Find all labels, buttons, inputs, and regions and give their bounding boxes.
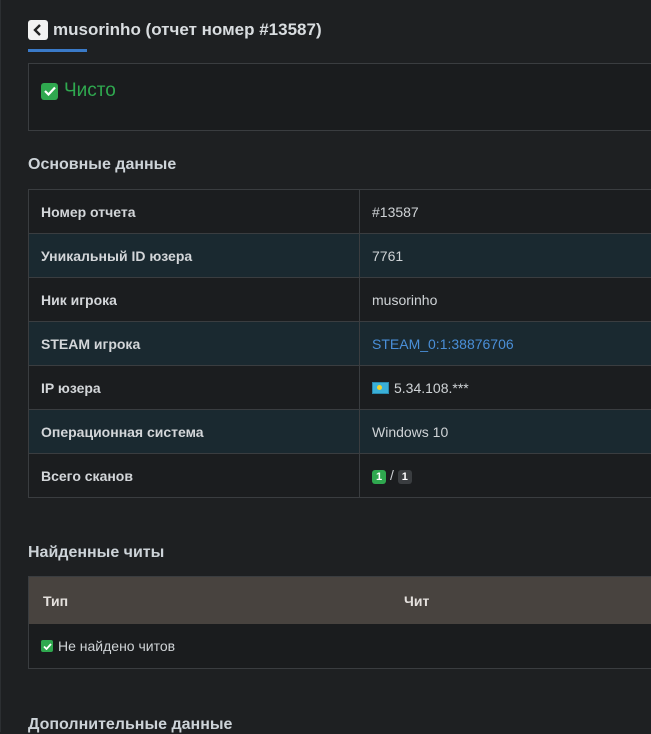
- row-key: Уникальный ID юзера: [29, 234, 360, 278]
- main-data-heading: Основные данные: [28, 156, 176, 174]
- title-underline: [28, 49, 87, 52]
- row-key: Ник игрока: [29, 278, 360, 322]
- status-indicator: Чисто: [41, 80, 116, 102]
- column-header-cheat: Чит: [404, 593, 429, 609]
- status-panel: Чисто: [28, 63, 651, 131]
- scan-count-badge: 1: [372, 470, 386, 484]
- row-value: Windows 10: [360, 410, 651, 454]
- cheats-empty-row: Не найдено читов: [29, 624, 651, 668]
- steam-id-cell: STEAM_0:1:38876706: [360, 322, 651, 366]
- cheats-heading: Найденные читы: [28, 544, 164, 562]
- scan-separator: /: [390, 467, 394, 483]
- row-key: Операционная система: [29, 410, 360, 454]
- empty-message: Не найдено читов: [58, 638, 175, 654]
- steam-id-link[interactable]: STEAM_0:1:38876706: [372, 336, 514, 352]
- row-key: Всего сканов: [29, 454, 360, 498]
- back-button[interactable]: [28, 20, 48, 40]
- column-header-type: Тип: [29, 593, 404, 609]
- ip-cell: 5.34.108.***: [360, 366, 651, 410]
- status-label: Чисто: [64, 80, 116, 102]
- page-title: musorinho (отчет номер #13587): [53, 20, 322, 40]
- table-row: STEAM игрока STEAM_0:1:38876706: [29, 322, 651, 366]
- cheats-table-header: Тип Чит: [29, 577, 651, 624]
- table-row: Операционная система Windows 10: [29, 410, 651, 454]
- row-value: musorinho: [360, 278, 651, 322]
- table-row: IP юзера 5.34.108.***: [29, 366, 651, 410]
- row-key: Номер отчета: [29, 190, 360, 234]
- table-row: Уникальный ID юзера 7761: [29, 234, 651, 278]
- check-icon: [41, 83, 58, 100]
- cheats-table: Тип Чит Не найдено читов: [28, 576, 651, 669]
- row-key: IP юзера: [29, 366, 360, 410]
- row-value: 7761: [360, 234, 651, 278]
- row-value: #13587: [360, 190, 651, 234]
- row-key: STEAM игрока: [29, 322, 360, 366]
- check-icon: [41, 640, 53, 652]
- table-row: Номер отчета #13587: [29, 190, 651, 234]
- ip-value: 5.34.108.***: [394, 380, 469, 396]
- kazakhstan-flag-icon: [372, 382, 389, 394]
- main-data-table: Номер отчета #13587 Уникальный ID юзера …: [28, 189, 651, 498]
- page-left-border: [0, 0, 1, 732]
- chevron-left-icon: [33, 24, 43, 36]
- scan-total-badge: 1: [398, 470, 412, 484]
- table-row: Всего сканов 1 / 1: [29, 454, 651, 498]
- scan-count-cell: 1 / 1: [360, 454, 651, 498]
- table-row: Ник игрока musorinho: [29, 278, 651, 322]
- page-header: musorinho (отчет номер #13587): [28, 20, 322, 40]
- extra-data-heading: Дополнительные данные: [28, 716, 232, 734]
